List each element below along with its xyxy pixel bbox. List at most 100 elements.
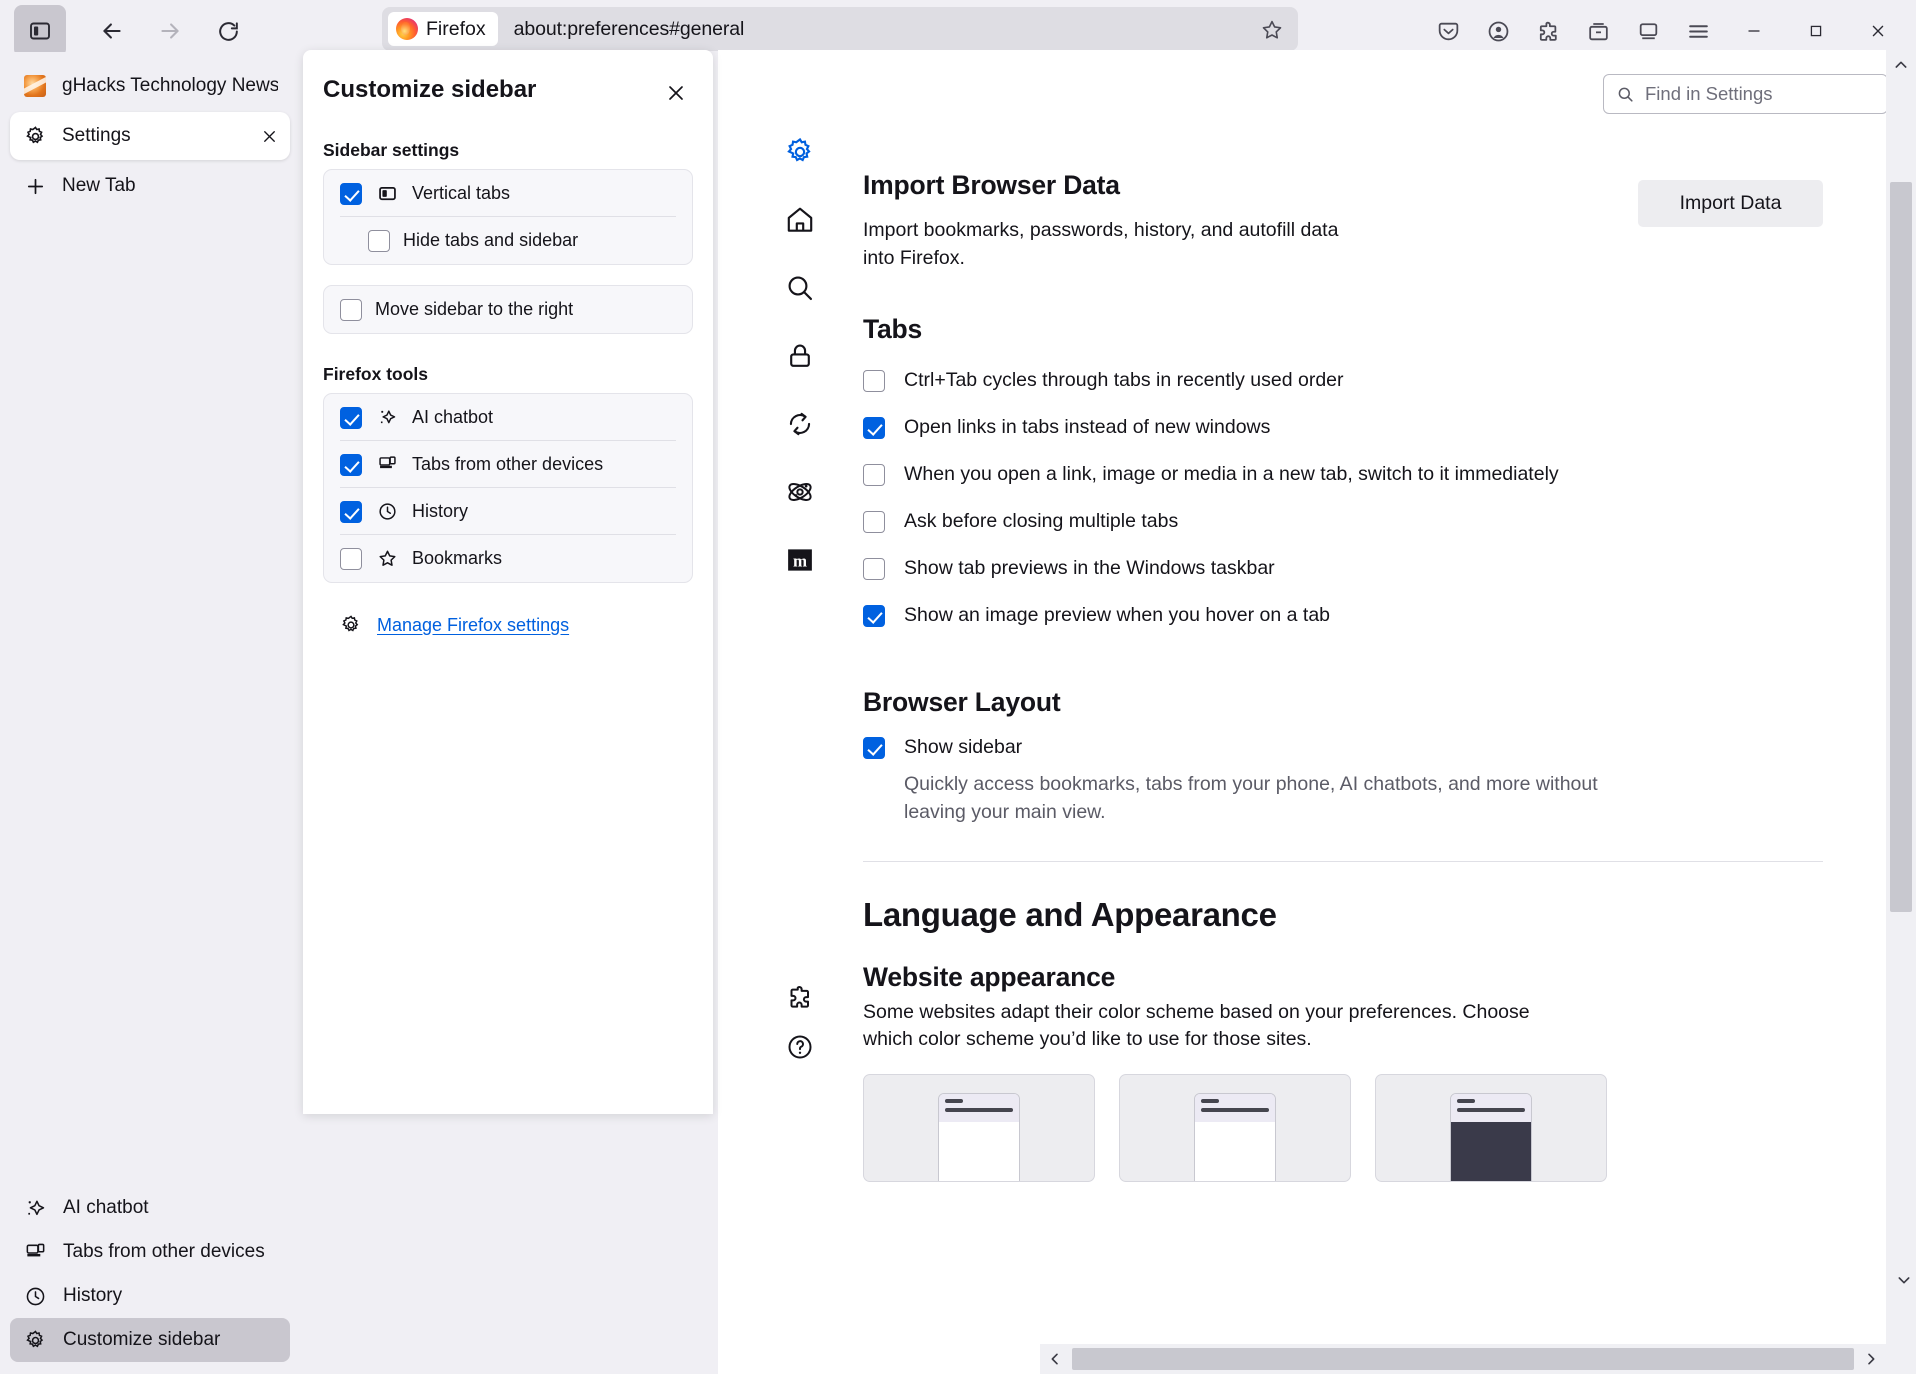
home-icon[interactable] [783,203,817,237]
manage-firefox-settings-row[interactable]: Manage Firefox settings [323,613,693,637]
help-question-icon[interactable] [783,1030,817,1064]
tool-history[interactable]: History [324,488,692,535]
checkbox[interactable] [340,407,362,429]
checkbox[interactable] [863,558,885,580]
tab-new-tab[interactable]: New Tab [10,162,290,210]
back-arrow-icon[interactable] [86,5,138,57]
sidebar-item-tabs-from-other-devices[interactable]: Tabs from other devices [10,1230,290,1274]
import-data-button[interactable]: Import Data [1638,180,1823,227]
option-label: Ask before closing multiple tabs [904,510,1178,533]
maximize-button[interactable] [1788,9,1844,53]
checkbox[interactable] [863,511,885,533]
reload-icon[interactable] [202,5,254,57]
theme-card-dark[interactable] [1375,1074,1607,1182]
import-data-button-label: Import Data [1680,192,1782,215]
sidebar-item-ai-chatbot[interactable]: AI chatbot [10,1186,290,1230]
search-icon[interactable] [783,271,817,305]
chevron-down-icon[interactable] [1896,1272,1912,1288]
option-move-sidebar-right[interactable]: Move sidebar to the right [324,286,692,333]
pocket-icon[interactable] [1426,9,1470,53]
sync-icon[interactable] [783,407,817,441]
mozilla-m-icon[interactable]: m [783,543,817,577]
move-sidebar-card: Move sidebar to the right [323,285,693,334]
panel-title: Customize sidebar [323,76,536,104]
panel-header: Customize sidebar [323,76,693,110]
checkbox[interactable] [340,183,362,205]
checkbox[interactable] [863,370,885,392]
chevron-left-icon[interactable] [1040,1351,1070,1367]
firefox-tools-card: AI chatbot Tabs from other devices [323,393,693,583]
chevron-right-icon[interactable] [1856,1351,1886,1367]
sidebar-item-customize-sidebar[interactable]: Customize sidebar [10,1318,290,1362]
option-ctrl-tab-cycles[interactable]: Ctrl+Tab cycles through tabs in recently… [863,357,1823,404]
tab-archive-icon[interactable] [1576,9,1620,53]
sparkle-icon [375,406,399,430]
sidebar-toggle-icon[interactable] [14,5,66,57]
gear-icon [22,123,48,149]
option-label: Show an image preview when you hover on … [904,604,1330,627]
checkbox[interactable] [340,454,362,476]
vertical-scrollbar[interactable] [1886,50,1916,1374]
tool-label: AI chatbot [412,407,493,428]
close-button[interactable] [1850,9,1906,53]
option-open-links-in-tabs[interactable]: Open links in tabs instead of new window… [863,404,1823,451]
tool-bookmarks[interactable]: Bookmarks [324,535,692,582]
tab-settings[interactable]: Settings [10,112,290,160]
tool-ai-chatbot[interactable]: AI chatbot [324,394,692,441]
scrollbar-thumb[interactable] [1072,1348,1854,1370]
gear-icon [339,613,363,637]
option-ask-before-closing[interactable]: Ask before closing multiple tabs [863,498,1823,545]
experiments-atom-icon[interactable] [783,475,817,509]
option-show-sidebar[interactable]: Show sidebar [863,724,1823,771]
checkbox[interactable] [863,737,885,759]
tab-ghacks[interactable]: gHacks Technology News and Advi [10,62,290,110]
theme-card-auto[interactable] [863,1074,1095,1182]
tool-tabs-from-other-devices[interactable]: Tabs from other devices [324,441,692,488]
checkbox[interactable] [368,230,390,252]
manage-firefox-settings-link[interactable]: Manage Firefox settings [377,615,569,636]
sparkle-icon [22,1195,48,1221]
plus-icon [22,173,48,199]
account-icon[interactable] [1476,9,1520,53]
checkbox[interactable] [340,548,362,570]
option-switch-to-new-tab[interactable]: When you open a link, image or media in … [863,451,1823,498]
option-hide-tabs-and-sidebar[interactable]: Hide tabs and sidebar [324,217,692,264]
star-icon[interactable] [1256,14,1288,46]
tabs-section: Tabs Ctrl+Tab cycles through tabs in rec… [863,314,1823,639]
checkbox[interactable] [340,299,362,321]
theme-card-light[interactable] [1119,1074,1351,1182]
tabs-heading: Tabs [863,314,1823,345]
sidebar-settings-heading: Sidebar settings [323,140,693,161]
scrollbar-thumb[interactable] [1890,182,1912,912]
option-label: When you open a link, image or media in … [904,463,1559,486]
sidebar-item-history[interactable]: History [10,1274,290,1318]
option-tab-previews-taskbar[interactable]: Show tab previews in the Windows taskbar [863,545,1823,592]
search-input[interactable] [1645,83,1875,105]
option-label: Show sidebar [904,736,1022,759]
minimize-button[interactable] [1726,9,1782,53]
checkbox[interactable] [863,464,885,486]
horizontal-scrollbar[interactable] [1040,1344,1886,1374]
checkbox[interactable] [863,605,885,627]
tab-list: gHacks Technology News and Advi Settings… [0,52,300,212]
forward-arrow-icon[interactable] [144,5,196,57]
close-icon[interactable] [659,76,693,110]
option-label: Move sidebar to the right [375,299,573,320]
option-vertical-tabs[interactable]: Vertical tabs [324,170,692,217]
extensions-puzzle-icon[interactable] [783,980,817,1014]
hamburger-menu-icon[interactable] [1676,9,1720,53]
website-appearance-subheading: Website appearance [863,962,1823,993]
checkbox[interactable] [340,501,362,523]
general-gear-icon[interactable] [783,135,817,169]
import-browser-data-section: Import Browser Data Import bookmarks, pa… [863,170,1823,272]
checkbox[interactable] [863,417,885,439]
close-icon[interactable] [258,125,280,147]
url-bar[interactable]: Firefox about:preferences#general [382,7,1298,51]
theme-preview [1194,1093,1276,1182]
chevron-up-icon[interactable] [1886,50,1916,80]
find-in-settings-box[interactable] [1603,74,1888,114]
privacy-lock-icon[interactable] [783,339,817,373]
option-image-preview-hover[interactable]: Show an image preview when you hover on … [863,592,1823,639]
browser-layout-icon[interactable] [1626,9,1670,53]
extensions-icon[interactable] [1526,9,1570,53]
